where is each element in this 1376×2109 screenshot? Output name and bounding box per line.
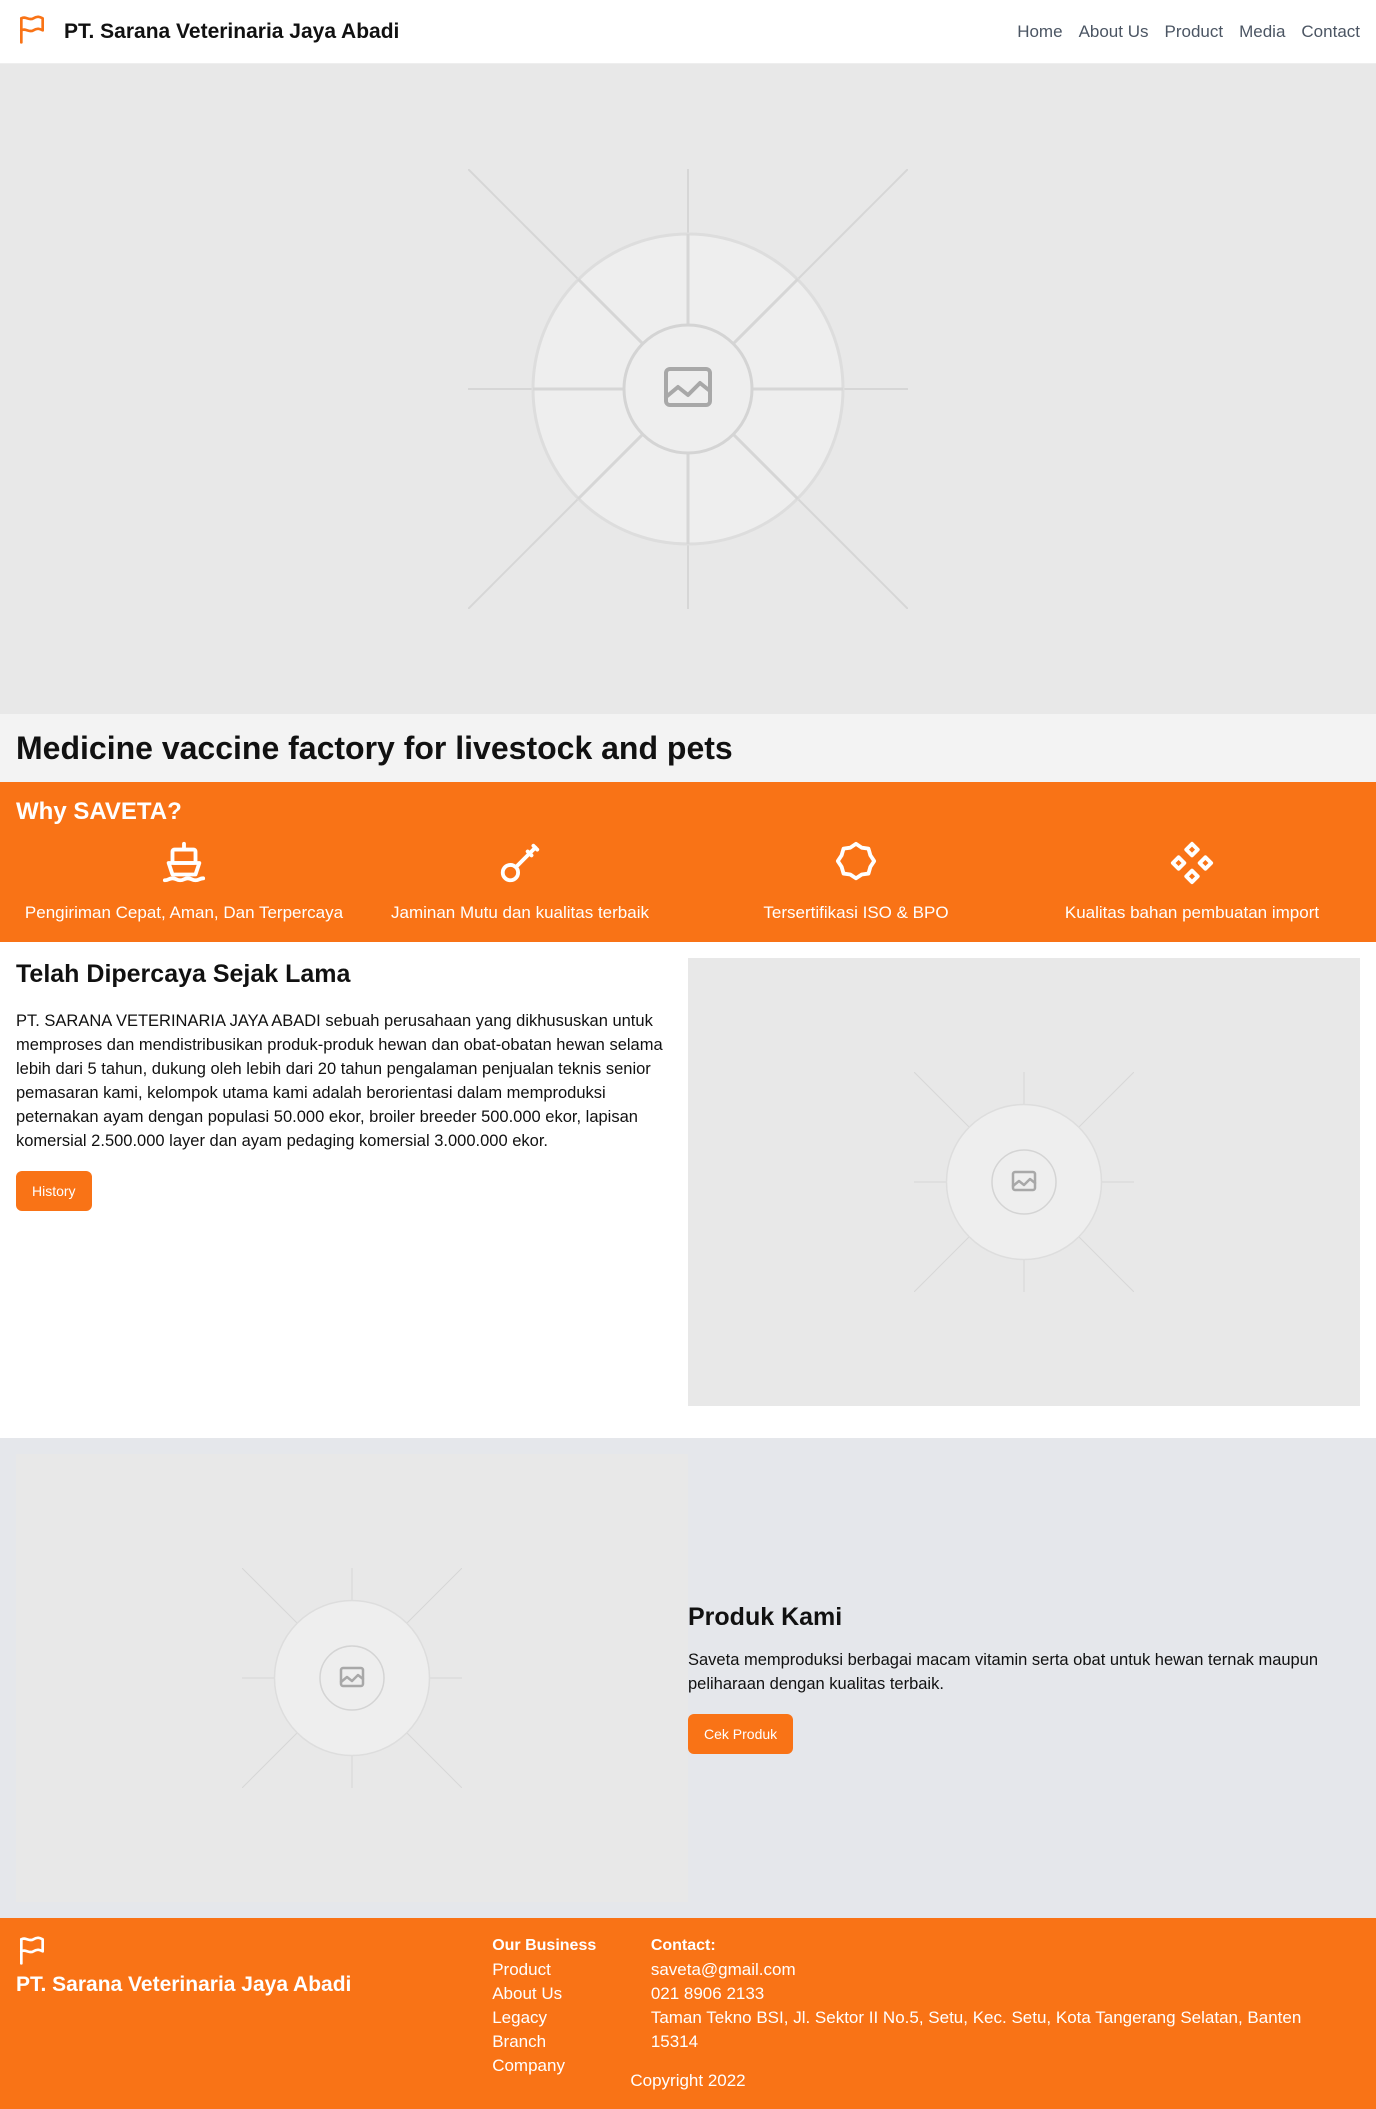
footer-link-product[interactable]: Product <box>492 1958 619 1982</box>
footer-business-title: Our Business <box>492 1937 597 1954</box>
footer-address: Taman Tekno BSI, Jl. Sektor II No.5, Set… <box>650 2008 1302 2051</box>
footer-contact-title: Contact: <box>650 1937 716 1954</box>
why-label: Jaminan Mutu dan kualitas terbaik <box>391 903 649 922</box>
site-footer: PT. Sarana Veterinaria Jaya Abadi Our Bu… <box>0 1918 1376 2109</box>
footer-link-legacy[interactable]: Legacy <box>492 2006 619 2030</box>
footer-contact: Contact: saveta@gmail.com 021 8906 2133 … <box>651 1934 1328 2078</box>
why-label: Pengiriman Cepat, Aman, Dan Terpercaya <box>24 903 344 922</box>
hero-title-bar: Medicine vaccine factory for livestock a… <box>0 714 1376 782</box>
footer-columns: PT. Sarana Veterinaria Jaya Abadi Our Bu… <box>16 1934 1360 2078</box>
image-placeholder-icon <box>914 1072 1134 1292</box>
copyright: Copyright 2022 <box>630 2071 746 2090</box>
footer-phone: 021 8906 2133 <box>650 1984 765 2003</box>
footer-business: Our Business Product About Us Legacy Bra… <box>492 1934 619 2078</box>
flag-icon <box>16 1936 48 1970</box>
why-label: Kualitas bahan pembuatan import <box>1064 903 1320 922</box>
why-item-shipping: Pengiriman Cepat, Aman, Dan Terpercaya <box>16 840 352 923</box>
brand-name: PT. Sarana Veterinaria Jaya Abadi <box>64 19 400 43</box>
footer-brand-name: PT. Sarana Veterinaria Jaya Abadi <box>16 1973 352 1996</box>
cek-produk-button[interactable]: Cek Produk <box>688 1713 794 1754</box>
why-item-quality: Jaminan Mutu dan kualitas terbaik <box>352 840 688 923</box>
product-text: Produk Kami Saveta memproduksi berbagai … <box>688 1454 1360 1902</box>
footer-email[interactable]: saveta@gmail.com <box>651 1958 1328 1982</box>
nav-media[interactable]: Media <box>1239 22 1285 42</box>
nav-about-us[interactable]: About Us <box>1079 22 1149 42</box>
why-section: Why SAVETA? Pengiriman Cepat, Aman, Dan … <box>0 782 1376 942</box>
brand[interactable]: PT. Sarana Veterinaria Jaya Abadi <box>16 13 399 50</box>
nav-product[interactable]: Product <box>1165 22 1224 42</box>
nav-home[interactable]: Home <box>1017 22 1062 42</box>
why-item-certified: Tersertifikasi ISO & BPO <box>688 840 1024 923</box>
about-text: Telah Dipercaya Sejak Lama PT. SARANA VE… <box>16 958 688 1438</box>
product-body: Saveta memproduksi berbagai macam vitami… <box>688 1650 1319 1693</box>
hero-image-placeholder <box>0 64 1376 714</box>
why-title: Why SAVETA? <box>16 798 182 825</box>
key-icon <box>497 840 543 891</box>
why-label: Tersertifikasi ISO & BPO <box>763 903 949 922</box>
about-image-placeholder <box>688 958 1360 1406</box>
flag-icon <box>16 13 48 50</box>
image-placeholder-icon <box>242 1568 462 1788</box>
ship-icon <box>161 840 207 891</box>
diamonds-icon <box>1169 840 1215 891</box>
footer-brand: PT. Sarana Veterinaria Jaya Abadi <box>16 1934 492 2078</box>
image-placeholder-icon <box>468 169 908 609</box>
product-title: Produk Kami <box>688 1602 843 1631</box>
about-title: Telah Dipercaya Sejak Lama <box>16 960 351 988</box>
site-header: PT. Sarana Veterinaria Jaya Abadi Home A… <box>0 0 1376 64</box>
nav-contact[interactable]: Contact <box>1301 22 1360 42</box>
about-body: PT. SARANA VETERINARIA JAYA ABADI sebuah… <box>16 1012 663 1150</box>
product-image-placeholder <box>16 1454 688 1902</box>
product-section: Produk Kami Saveta memproduksi berbagai … <box>0 1438 1376 1918</box>
about-section: Telah Dipercaya Sejak Lama PT. SARANA VE… <box>0 942 1376 1438</box>
why-item-materials: Kualitas bahan pembuatan import <box>1024 840 1360 923</box>
badge-icon <box>833 840 879 891</box>
why-items: Pengiriman Cepat, Aman, Dan Terpercaya J… <box>16 840 1360 923</box>
hero-title: Medicine vaccine factory for livestock a… <box>16 729 733 766</box>
history-button[interactable]: History <box>16 1171 92 1211</box>
footer-link-about-us[interactable]: About Us <box>492 1982 619 2006</box>
main-nav: Home About Us Product Media Contact <box>1017 22 1360 42</box>
